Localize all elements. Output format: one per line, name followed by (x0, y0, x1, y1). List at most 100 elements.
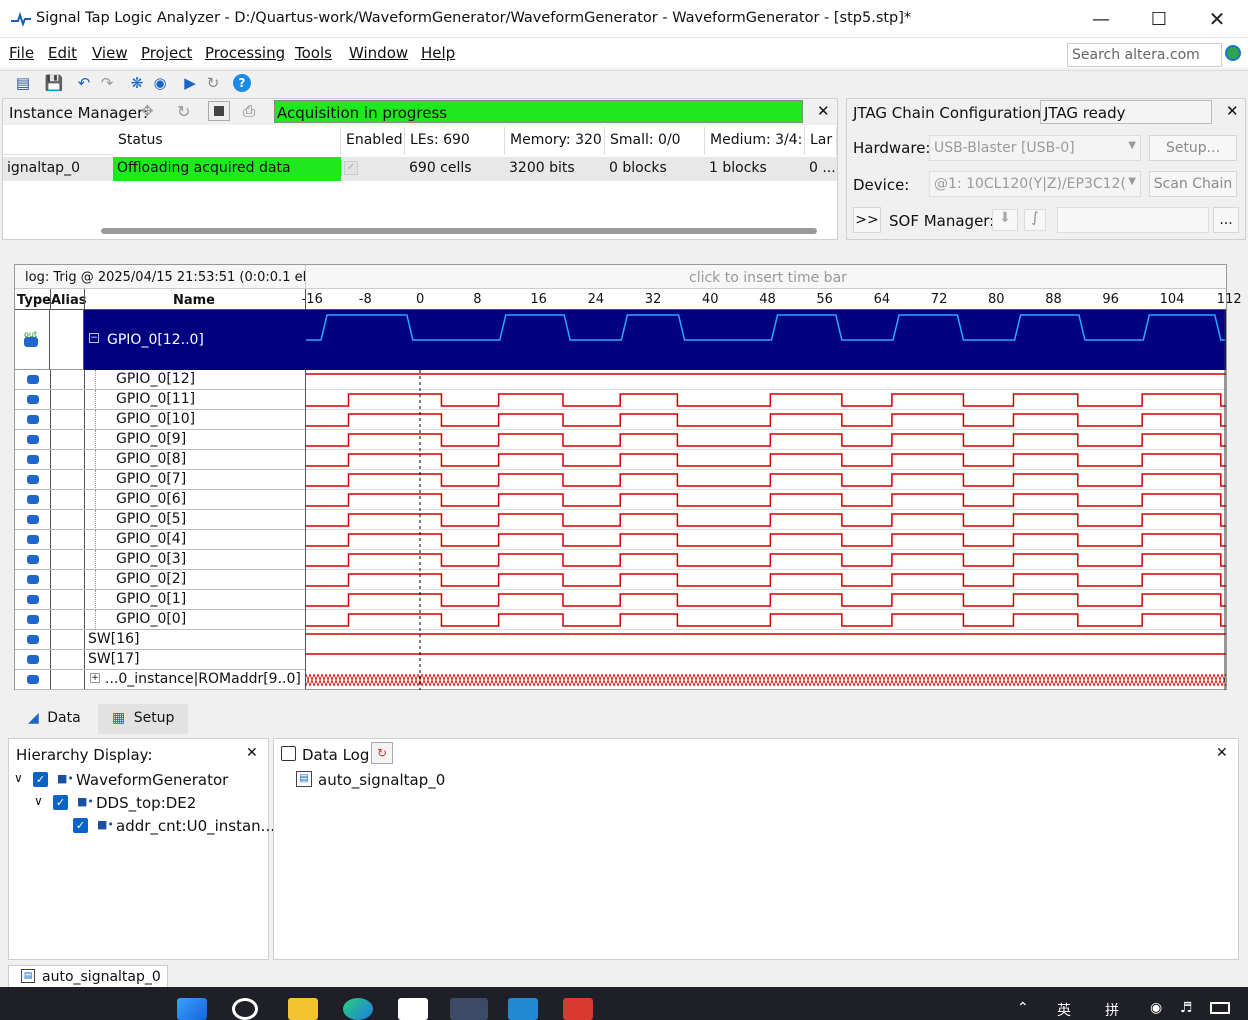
battery-icon[interactable] (1210, 1002, 1230, 1014)
signal-name[interactable]: SW[17] (88, 651, 139, 667)
menu-project[interactable]: Project (141, 44, 192, 62)
menu-edit[interactable]: Edit (48, 44, 77, 62)
save-icon[interactable]: 💾 (44, 73, 64, 93)
qq-icon[interactable] (398, 998, 428, 1020)
bus-name[interactable]: GPIO_0[12..0] (107, 332, 204, 348)
redo-icon[interactable]: ↷ (97, 73, 117, 93)
signal-row[interactable]: GPIO_0[6] (15, 490, 305, 510)
instance-icon[interactable]: ▤ (13, 73, 33, 93)
signal-name[interactable]: GPIO_0[5] (116, 511, 186, 527)
device-select[interactable]: @1: 10CL120(Y|Z)/EP3C12( ▼ (929, 171, 1141, 197)
collapse-icon[interactable]: − (89, 333, 99, 343)
search-input[interactable]: Search altera.com (1067, 43, 1222, 67)
close-hierarchy-icon[interactable]: ✕ (246, 745, 258, 761)
col-enabled[interactable]: Enabled (341, 127, 405, 155)
close-button[interactable]: ✕ (1188, 0, 1246, 38)
signal-name[interactable]: GPIO_0[1] (116, 591, 186, 607)
signal-row[interactable]: GPIO_0[9] (15, 430, 305, 450)
ime-mode-icon[interactable]: 拼 (1105, 1000, 1119, 1020)
menu-processing[interactable]: Processing (205, 44, 285, 62)
expand-icon[interactable]: + (90, 673, 100, 683)
browse-sof-button[interactable]: ... (1213, 207, 1239, 233)
col-les[interactable]: LEs: 690 (405, 127, 505, 155)
globe-icon[interactable] (1225, 45, 1241, 61)
data-log-action-icon[interactable]: ↻ (371, 742, 393, 764)
signal-row[interactable]: GPIO_0[7] (15, 470, 305, 490)
volume-icon[interactable]: ♬ (1180, 1000, 1193, 1016)
close-instance-manager-icon[interactable]: ✕ (817, 102, 830, 120)
run-analysis-icon[interactable]: ▶ (180, 73, 200, 93)
help-icon[interactable]: ? (232, 73, 252, 93)
signal-name[interactable]: SW[16] (88, 631, 139, 647)
expand-toggle-icon[interactable]: ∨ (14, 771, 23, 785)
signal-name[interactable]: GPIO_0[4] (116, 531, 186, 547)
menu-view[interactable]: View (92, 44, 128, 62)
col-medium[interactable]: Medium: 3/4: (705, 127, 805, 155)
edge-icon[interactable] (343, 998, 373, 1020)
tab-data[interactable]: ◢ Data (14, 704, 95, 734)
attach-file-icon[interactable]: ∫ (1024, 209, 1046, 231)
scan-icon[interactable]: ✥ (141, 102, 154, 120)
signal-name[interactable]: GPIO_0[0] (116, 611, 186, 627)
minimize-button[interactable]: — (1072, 0, 1130, 38)
search-icon[interactable] (232, 998, 258, 1020)
vscode-icon[interactable] (508, 998, 538, 1020)
binoculars-icon[interactable]: ◉ (150, 73, 170, 93)
signal-name[interactable]: GPIO_0[3] (116, 551, 186, 567)
signal-name[interactable]: GPIO_0[8] (116, 451, 186, 467)
file-explorer-icon[interactable] (288, 998, 318, 1020)
signal-row[interactable]: SW[17] (15, 650, 305, 670)
signal-name[interactable]: GPIO_0[6] (116, 491, 186, 507)
menu-window[interactable]: Window (349, 44, 408, 62)
refresh-icon[interactable]: ↻ (177, 102, 190, 121)
signal-name[interactable]: GPIO_0[10] (116, 411, 195, 427)
signal-row[interactable]: GPIO_0[10] (15, 410, 305, 430)
signal-row[interactable]: GPIO_0[12] (15, 370, 305, 390)
setup-button[interactable]: Setup... (1149, 135, 1237, 161)
time-ruler[interactable]: -16 -8 0 8 16 24 32 40 48 56 64 72 80 88 96 104 112 (302, 289, 1242, 310)
data-log-checkbox[interactable] (281, 746, 296, 761)
signal-name[interactable]: ...0_instance|ROMaddr[9..0] (105, 671, 301, 687)
hierarchy-item[interactable]: addr_cnt:U0_instan... (116, 817, 275, 835)
chevron-up-icon[interactable]: ⌃ (1017, 1000, 1029, 1016)
signal-row[interactable]: GPIO_0[3] (15, 550, 305, 570)
instance-tab[interactable]: ▤ auto_signaltap_0 (8, 965, 168, 987)
signal-row[interactable]: GPIO_0[2] (15, 570, 305, 590)
maximize-button[interactable]: ☐ (1130, 0, 1188, 38)
continuous-icon[interactable]: ↻ (203, 73, 223, 93)
col-status[interactable]: Status (113, 127, 341, 155)
hierarchy-checkbox[interactable]: ✓ (73, 818, 88, 833)
instance-horizontal-scrollbar[interactable] (101, 228, 817, 234)
signal-row[interactable]: GPIO_0[8] (15, 450, 305, 470)
read-data-icon[interactable]: ⎙ (243, 102, 255, 120)
menu-file[interactable]: File (9, 44, 34, 62)
signal-name[interactable]: GPIO_0[9] (116, 431, 186, 447)
menu-tools[interactable]: Tools (295, 44, 332, 62)
hierarchy-item[interactable]: DDS_top:DE2 (96, 794, 196, 812)
hierarchy-checkbox[interactable]: ✓ (33, 772, 48, 787)
start-icon[interactable] (177, 998, 207, 1020)
signal-name[interactable]: GPIO_0[2] (116, 571, 186, 587)
signal-name[interactable]: GPIO_0[11] (116, 391, 195, 407)
scan-chain-button[interactable]: Scan Chain (1149, 171, 1237, 197)
close-data-log-icon[interactable]: ✕ (1216, 745, 1228, 761)
signal-row[interactable]: + ...0_instance|ROMaddr[9..0] (15, 670, 305, 690)
expand-toggle-icon[interactable]: ∨ (34, 794, 43, 808)
tab-setup[interactable]: ▦ Setup (98, 704, 189, 734)
menu-help[interactable]: Help (421, 44, 455, 62)
signal-row[interactable]: SW[16] (15, 630, 305, 650)
ime-icon[interactable]: 英 (1057, 1000, 1071, 1020)
signal-row[interactable]: GPIO_0[4] (15, 530, 305, 550)
signaltap-taskbar-icon[interactable] (450, 998, 488, 1020)
wifi-icon[interactable]: ◉ (1150, 1000, 1162, 1016)
col-small[interactable]: Small: 0/0 (605, 127, 705, 155)
sof-file-field[interactable] (1057, 207, 1209, 233)
wps-icon[interactable] (563, 998, 593, 1020)
waveform-area[interactable] (306, 310, 1226, 690)
signal-name[interactable]: GPIO_0[7] (116, 471, 186, 487)
expand-sof-button[interactable]: >> (853, 207, 881, 233)
enabled-checkbox[interactable]: ✓ (344, 161, 358, 175)
time-bar-hint[interactable]: click to insert time bar (689, 270, 847, 286)
program-device-icon[interactable]: ⬇ (992, 209, 1018, 231)
signal-name[interactable]: GPIO_0[12] (116, 371, 195, 387)
